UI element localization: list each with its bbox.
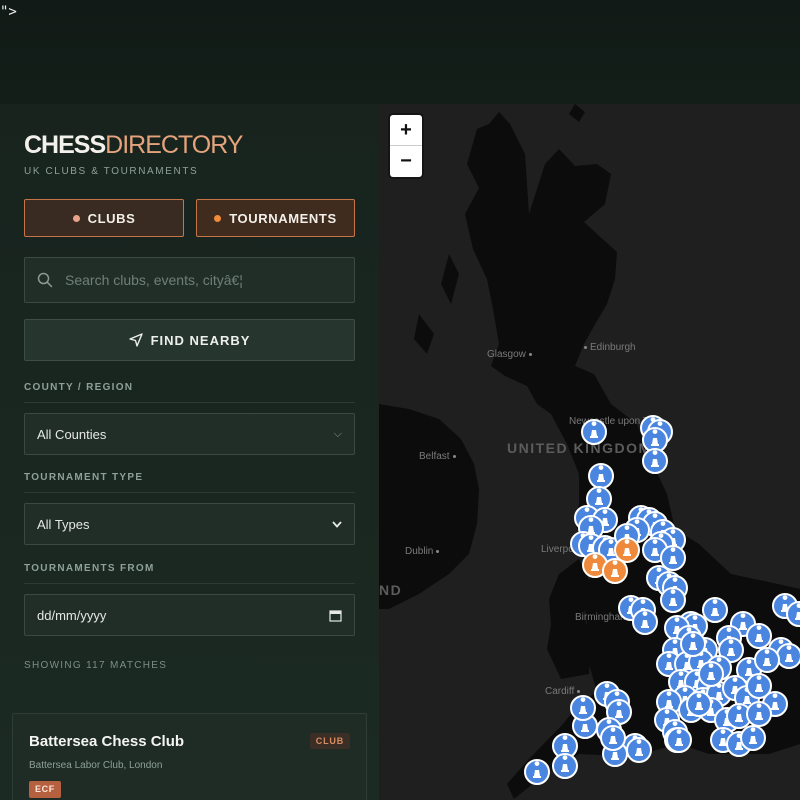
search-box (24, 257, 355, 303)
clubs-toggle-button[interactable]: CLUBS (24, 199, 184, 237)
type-label: TOURNAMENT TYPE (24, 472, 355, 493)
date-label: TOURNAMENTS FROM (24, 563, 355, 584)
chevron-down-icon: ⌵ (333, 427, 342, 440)
card-address: Battersea Labor Club, London (29, 760, 163, 771)
clubs-toggle-label: CLUBS (87, 210, 136, 226)
tournament-marker[interactable] (614, 537, 640, 563)
county-label: COUNTY / REGION (24, 382, 355, 403)
card-type-badge: CLUB (309, 733, 350, 749)
search-input[interactable] (65, 272, 354, 288)
county-select[interactable]: All Counties ⌵ (24, 413, 355, 455)
club-marker[interactable] (698, 661, 724, 687)
navigation-arrow-icon (128, 333, 143, 347)
map-markers (524, 415, 800, 785)
county-value: All Counties (37, 426, 107, 442)
brand-logo: CHESSDIRECTORY (24, 131, 243, 159)
type-select[interactable]: All Types (24, 503, 355, 545)
club-marker[interactable] (776, 643, 800, 669)
club-marker[interactable] (600, 725, 626, 751)
club-marker[interactable] (588, 463, 614, 489)
tournaments-toggle-button[interactable]: TOURNAMENTS (196, 199, 355, 237)
club-marker[interactable] (740, 725, 766, 751)
search-icon (37, 272, 53, 288)
tournament-marker[interactable] (602, 558, 628, 584)
find-nearby-button[interactable]: FIND NEARBY (24, 319, 355, 361)
results-count: SHOWING 117 MATCHES (24, 660, 168, 671)
map-view[interactable]: Edinburgh Glasgow Newcastle upon Tyne Be… (379, 104, 800, 800)
club-marker[interactable] (570, 695, 596, 721)
club-marker[interactable] (686, 691, 712, 717)
tournaments-dot-icon (214, 214, 222, 222)
card-title: Battersea Chess Club (29, 733, 185, 750)
calendar-icon[interactable] (329, 609, 342, 622)
brand-chess: CHESS (24, 131, 106, 159)
club-marker[interactable] (680, 631, 706, 657)
club-marker[interactable] (746, 623, 772, 649)
brand-directory: DIRECTORY (105, 131, 243, 159)
club-marker[interactable] (754, 647, 780, 673)
zoom-out-button[interactable]: − (390, 146, 422, 177)
club-marker[interactable] (660, 587, 686, 613)
club-marker[interactable] (626, 737, 652, 763)
club-marker[interactable] (746, 701, 772, 727)
stray-text: "> (0, 4, 17, 20)
clubs-dot-icon (72, 214, 80, 222)
type-value: All Types (37, 516, 90, 532)
date-value: dd/mm/yyyy (37, 607, 107, 623)
tournaments-toggle-label: TOURNAMENTS (229, 210, 337, 226)
club-marker[interactable] (524, 759, 550, 785)
find-nearby-label: FIND NEARBY (150, 332, 251, 348)
zoom-control: + − (390, 115, 422, 177)
ecf-badge: ECF (29, 781, 61, 798)
zoom-in-button[interactable]: + (390, 115, 422, 146)
date-input[interactable]: dd/mm/yyyy (24, 594, 355, 636)
chevron-down-icon (332, 520, 342, 528)
club-marker[interactable] (666, 727, 692, 753)
sidebar: CHESSDIRECTORY UK CLUBS & TOURNAMENTS CL… (0, 104, 379, 800)
club-marker[interactable] (581, 419, 607, 445)
tagline: UK CLUBS & TOURNAMENTS (24, 166, 199, 177)
result-card[interactable]: Battersea Chess Club CLUB Battersea Labo… (12, 713, 367, 800)
club-marker[interactable] (552, 753, 578, 779)
club-marker[interactable] (632, 609, 658, 635)
club-marker[interactable] (642, 448, 668, 474)
club-marker[interactable] (702, 597, 728, 623)
